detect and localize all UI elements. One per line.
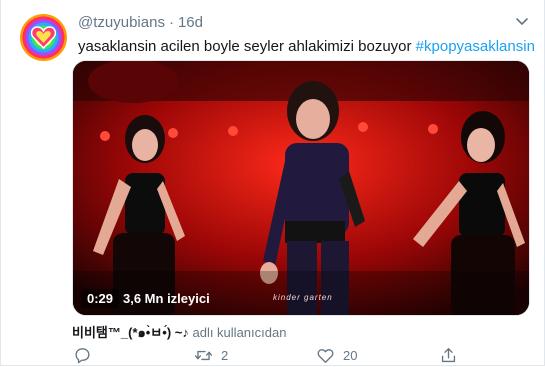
hashtag-link[interactable]: #kpopyasaklansin [416, 38, 535, 55]
tweet-timestamp[interactable]: 16d [178, 14, 203, 31]
like-icon [317, 349, 334, 363]
separator-dot: · [168, 14, 174, 31]
like-button[interactable]: 20 [316, 346, 357, 365]
tweet-text: yasaklansin acilen boyle seyler ahlakimi… [78, 37, 535, 57]
attribution-source-suffix: ~♪ [171, 325, 189, 340]
video-frame [73, 61, 529, 315]
tweet-card[interactable]: @tzuyubians · 16d yasaklansin acilen boyle… [0, 0, 545, 366]
retweet-button[interactable]: 2 [194, 346, 228, 365]
video-duration-badge: 0:29 [81, 289, 120, 308]
avatar[interactable] [20, 14, 67, 61]
share-button[interactable] [439, 346, 458, 365]
user-handle[interactable]: @tzuyubians [78, 14, 165, 31]
video-attribution[interactable]: 비비탬™_(*๑•̀ㅂ•́) ~♪ adlı kullanıcıdan [72, 322, 286, 343]
tweet-actions: 2 20 [1, 346, 545, 366]
heart-avatar-icon [31, 26, 56, 49]
tweet-header: @tzuyubians · 16d [78, 14, 203, 31]
chevron-down-icon[interactable] [514, 13, 530, 29]
reply-button[interactable] [73, 346, 100, 365]
video-view-count: 3,6 Mn izleyici [123, 291, 210, 306]
attribution-label: adlı kullanıcıdan [188, 325, 287, 340]
tweet-body: yasaklansin acilen boyle seyler ahlakimi… [78, 38, 416, 55]
retweet-count: 2 [221, 348, 229, 363]
reply-icon [75, 348, 90, 364]
video-watermark: kinder garten [273, 293, 333, 302]
attribution-source-name[interactable]: 비비탬™_(*๑•̀ㅂ•́) [72, 325, 171, 340]
retweet-icon [194, 350, 213, 361]
share-icon [441, 348, 456, 363]
like-count: 20 [343, 348, 358, 363]
video-player[interactable] [72, 60, 530, 316]
